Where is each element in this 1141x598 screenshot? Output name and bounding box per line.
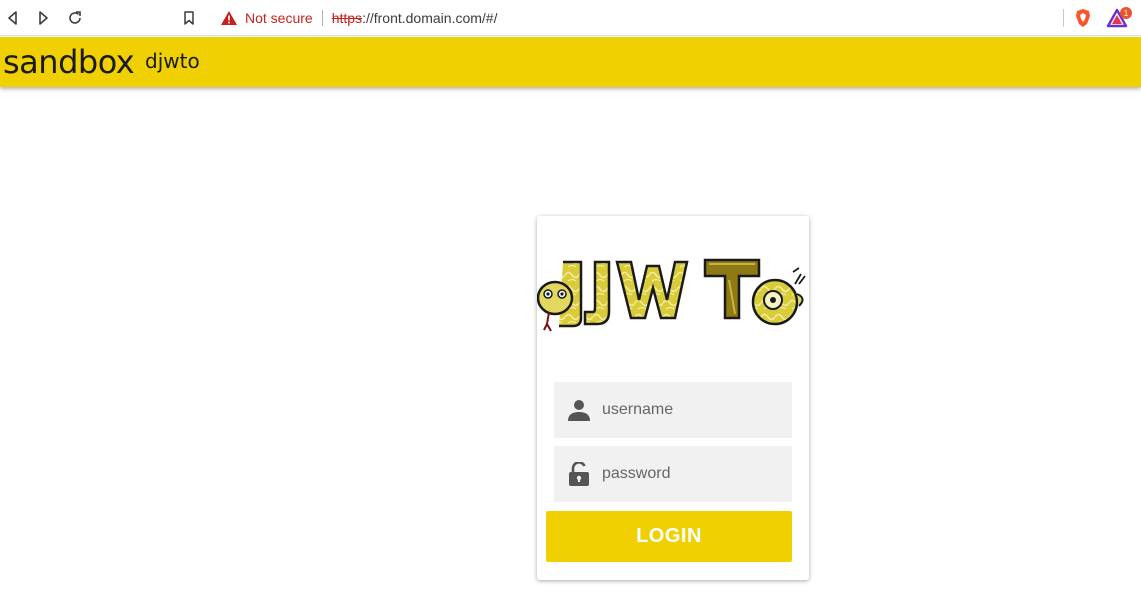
reload-button[interactable] — [64, 7, 86, 29]
rewards-count: 1 — [1124, 9, 1129, 18]
security-label[interactable]: Not secure — [245, 10, 313, 26]
extension-divider — [1063, 9, 1064, 27]
djwto-logo-image — [537, 258, 806, 332]
bookmark-icon — [184, 11, 194, 25]
login-card: LOGIN — [537, 216, 809, 580]
back-icon — [8, 11, 17, 25]
password-field[interactable] — [554, 446, 792, 502]
app-header: sandbox djwto — [0, 37, 1141, 87]
back-button[interactable] — [2, 7, 24, 29]
brave-shield-icon[interactable] — [1073, 8, 1093, 28]
app-subtitle: djwto — [145, 49, 200, 73]
url-path: ://front.domain.com/#/ — [362, 10, 498, 26]
url-divider — [321, 10, 323, 26]
forward-button[interactable] — [32, 7, 54, 29]
app-title: sandbox — [3, 43, 135, 81]
url-text[interactable]: https://front.domain.com/#/ — [332, 10, 498, 26]
warning-icon — [221, 11, 237, 25]
username-field[interactable] — [554, 382, 792, 438]
user-icon — [566, 397, 592, 423]
rewards-icon[interactable]: 1 — [1106, 6, 1132, 28]
login-button[interactable]: LOGIN — [546, 511, 792, 562]
lock-open-icon — [566, 461, 592, 487]
password-input[interactable] — [602, 465, 782, 483]
bookmark-button[interactable] — [178, 7, 200, 29]
browser-toolbar: Not secure https://front.domain.com/#/ 1 — [0, 0, 1141, 36]
reload-icon — [69, 11, 81, 24]
forward-icon — [39, 11, 48, 25]
url-scheme: https — [331, 10, 363, 26]
username-input[interactable] — [602, 401, 782, 419]
address-bar[interactable]: Not secure https://front.domain.com/#/ — [212, 3, 1140, 33]
